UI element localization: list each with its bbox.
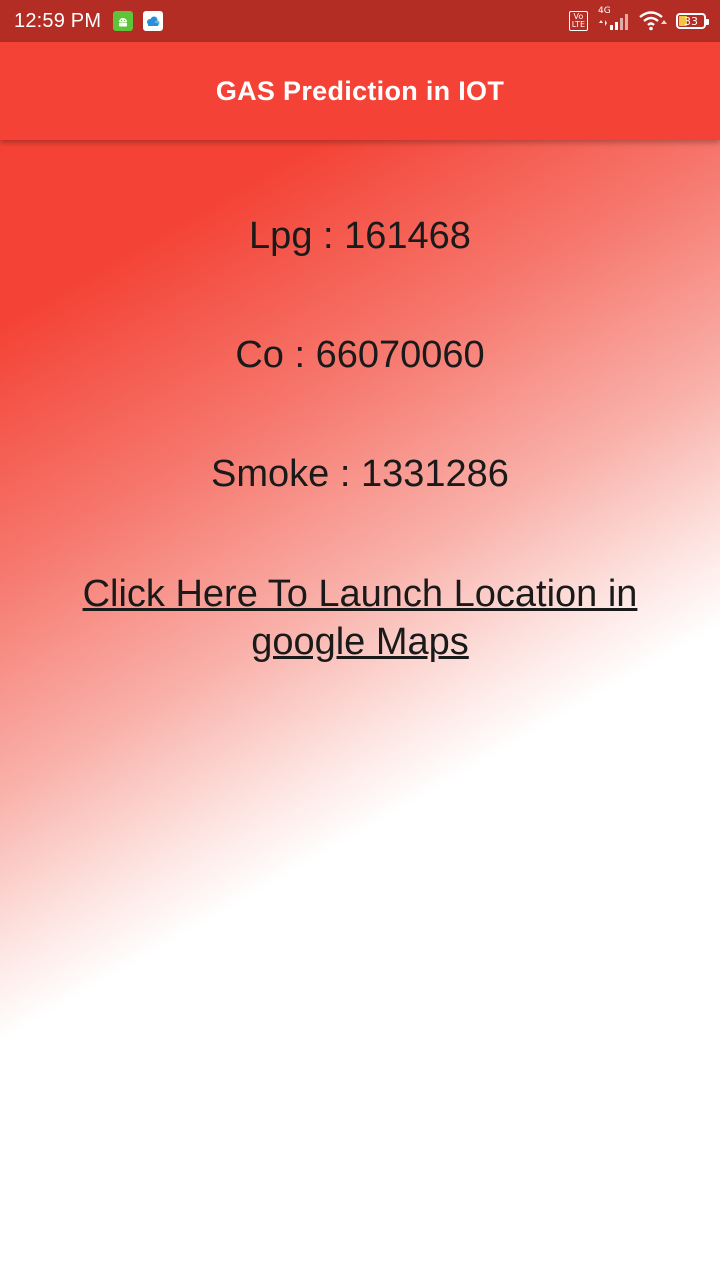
cloud-notification-icon (143, 11, 164, 31)
lpg-reading: Lpg : 161468 (249, 215, 471, 257)
status-time: 12:59 PM (14, 9, 102, 32)
status-right-group: Vo LTE 4G 33 (568, 6, 709, 33)
wifi-icon (638, 10, 668, 32)
battery-tip (706, 19, 709, 25)
co-reading: Co : 66070060 (235, 334, 485, 376)
android-notification-icon (113, 11, 134, 31)
signal-icon: 4G (596, 6, 630, 33)
app-screen: 12:59 PM Vo LTE 4G 33 GAS Prediction in … (0, 0, 720, 1280)
app-title: GAS Prediction in IOT (215, 75, 505, 106)
volte-label-bottom: LTE (571, 20, 585, 29)
gas-readings-panel: Lpg : 161468 Co : 66070060 Smoke : 13312… (0, 140, 720, 1280)
status-bar: 12:59 PM Vo LTE 4G 33 (0, 0, 720, 42)
launch-google-maps-link[interactable]: Click Here To Launch Location in google … (60, 570, 660, 666)
smoke-reading: Smoke : 1331286 (211, 453, 509, 495)
battery-icon: 33 (676, 13, 709, 29)
app-bar: GAS Prediction in IOT (0, 42, 720, 140)
battery-level: 33 (684, 14, 698, 28)
volte-icon: Vo LTE (568, 11, 588, 31)
